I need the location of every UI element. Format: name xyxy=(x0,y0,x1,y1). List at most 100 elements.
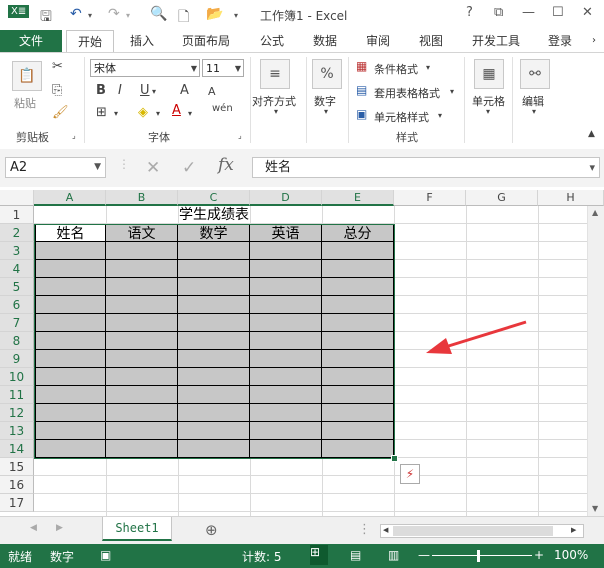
row-header-14[interactable]: 14 xyxy=(0,440,34,458)
column-header-e[interactable]: E xyxy=(322,190,394,206)
column-header-g[interactable]: G xyxy=(466,190,538,206)
scroll-up-icon[interactable]: ▲ xyxy=(592,208,598,217)
new-document-icon[interactable]: 🗋 xyxy=(178,6,189,30)
horizontal-scroll-thumb[interactable] xyxy=(393,526,553,536)
tab-home[interactable]: 开始 xyxy=(66,30,115,53)
table-cell[interactable] xyxy=(322,440,394,458)
table-cell[interactable] xyxy=(322,404,394,422)
row-header-9[interactable]: 9 xyxy=(0,350,34,368)
row-header-17[interactable]: 17 xyxy=(0,494,34,512)
fill-handle[interactable] xyxy=(391,455,398,462)
prev-sheet-icon[interactable]: ◀ xyxy=(30,523,37,533)
shrink-font-button[interactable]: A xyxy=(208,85,216,98)
paste-button[interactable]: 粘贴 xyxy=(14,95,36,111)
scroll-down-icon[interactable]: ▼ xyxy=(592,504,598,513)
paste-icon[interactable]: 📋 xyxy=(12,61,42,91)
add-sheet-icon[interactable]: ⊕ xyxy=(205,521,218,539)
scroll-left-icon[interactable]: ◀ xyxy=(383,526,388,534)
table-cell[interactable] xyxy=(106,422,178,440)
minimize-button[interactable]: — xyxy=(522,5,535,20)
table-cell[interactable] xyxy=(250,314,322,332)
undo-icon[interactable]: ↶ xyxy=(70,6,82,22)
insert-function-button[interactable]: fx xyxy=(218,155,234,175)
sheet-tab-sheet1[interactable]: Sheet1 xyxy=(102,517,172,541)
print-preview-icon[interactable]: 🔍 xyxy=(150,6,167,22)
column-header-f[interactable]: F xyxy=(394,190,466,206)
font-launcher-icon[interactable]: ⌟ xyxy=(238,131,242,140)
table-cell[interactable] xyxy=(322,332,394,350)
zoom-in-icon[interactable]: + xyxy=(534,548,544,562)
table-cell[interactable] xyxy=(250,296,322,314)
ribbon-display-options-button[interactable]: ⧉ xyxy=(494,5,503,20)
table-cell[interactable] xyxy=(250,332,322,350)
more-options-icon[interactable]: ⋮ xyxy=(118,157,130,171)
table-cell[interactable] xyxy=(322,368,394,386)
vertical-scrollbar[interactable]: ▲ ▼ xyxy=(587,206,604,516)
table-cell[interactable] xyxy=(34,278,106,296)
underline-dropdown-icon[interactable]: ▾ xyxy=(152,87,156,96)
row-header-15[interactable]: 15 xyxy=(0,458,34,476)
row-header-3[interactable]: 3 xyxy=(0,242,34,260)
table-cell[interactable] xyxy=(106,350,178,368)
table-cell[interactable] xyxy=(322,386,394,404)
table-cell[interactable] xyxy=(106,386,178,404)
copy-icon[interactable]: ⎘ xyxy=(52,83,62,98)
tab-data[interactable]: 数据 xyxy=(313,30,337,52)
table-cell[interactable] xyxy=(322,278,394,296)
undo-dropdown-icon[interactable]: ▾ xyxy=(88,11,92,20)
open-folder-icon[interactable]: 📂 xyxy=(206,6,223,22)
save-icon[interactable]: 🖫 xyxy=(40,6,52,30)
percent-icon[interactable]: % xyxy=(312,59,342,89)
column-header-b[interactable]: B xyxy=(106,190,178,206)
column-header-d[interactable]: D xyxy=(250,190,322,206)
customize-toolbar-icon[interactable]: ▾ xyxy=(234,11,238,20)
expand-formula-bar-icon[interactable]: ▾ xyxy=(589,158,595,177)
row-header-8[interactable]: 8 xyxy=(0,332,34,350)
page-break-view-icon[interactable]: ▥ xyxy=(388,548,399,562)
table-cell[interactable] xyxy=(34,404,106,422)
table-cell[interactable] xyxy=(106,314,178,332)
header-cell-english[interactable]: 英语 xyxy=(250,224,322,242)
row-header-5[interactable]: 5 xyxy=(0,278,34,296)
table-cell[interactable] xyxy=(250,422,322,440)
row-header-7[interactable]: 7 xyxy=(0,314,34,332)
borders-dropdown-icon[interactable]: ▾ xyxy=(114,109,118,118)
row-header-16[interactable]: 16 xyxy=(0,476,34,494)
underline-button[interactable]: U xyxy=(140,83,150,98)
table-cell[interactable] xyxy=(250,242,322,260)
row-header-4[interactable]: 4 xyxy=(0,260,34,278)
table-cell[interactable] xyxy=(34,314,106,332)
name-box[interactable]: A2 ▼ xyxy=(5,157,106,178)
zoom-out-icon[interactable]: — xyxy=(418,548,430,562)
enter-icon[interactable]: ✓ xyxy=(182,158,196,178)
conditional-format-button[interactable]: 条件格式 xyxy=(374,61,418,77)
font-color-dropdown-icon[interactable]: ▾ xyxy=(188,109,192,118)
table-cell[interactable] xyxy=(178,242,250,260)
sheet-title-cell[interactable]: 学生成绩表 xyxy=(34,206,394,224)
table-cell[interactable] xyxy=(34,440,106,458)
table-cell[interactable] xyxy=(178,296,250,314)
row-header-6[interactable]: 6 xyxy=(0,296,34,314)
table-cell[interactable] xyxy=(178,314,250,332)
row-header-13[interactable]: 13 xyxy=(0,422,34,440)
tab-file[interactable]: 文件 xyxy=(0,30,62,52)
row-header-12[interactable]: 12 xyxy=(0,404,34,422)
table-cell[interactable] xyxy=(34,422,106,440)
next-sheet-icon[interactable]: ▶ xyxy=(56,523,63,533)
header-cell-math[interactable]: 数学 xyxy=(178,224,250,242)
table-cell[interactable] xyxy=(106,242,178,260)
header-cell-name[interactable]: 姓名 xyxy=(34,224,106,242)
font-size-combo[interactable]: 11 ▼ xyxy=(202,59,244,77)
borders-icon[interactable]: ⊞ xyxy=(96,105,107,120)
column-header-a[interactable]: A xyxy=(34,190,106,206)
table-cell[interactable] xyxy=(178,440,250,458)
table-cell[interactable] xyxy=(34,350,106,368)
italic-button[interactable]: I xyxy=(118,83,122,98)
table-cell[interactable] xyxy=(178,422,250,440)
table-cell[interactable] xyxy=(250,260,322,278)
table-cell[interactable] xyxy=(178,386,250,404)
table-cell[interactable] xyxy=(250,278,322,296)
format-as-table-button[interactable]: 套用表格格式 xyxy=(374,85,440,101)
column-header-c[interactable]: C xyxy=(178,190,250,206)
row-header-10[interactable]: 10 xyxy=(0,368,34,386)
